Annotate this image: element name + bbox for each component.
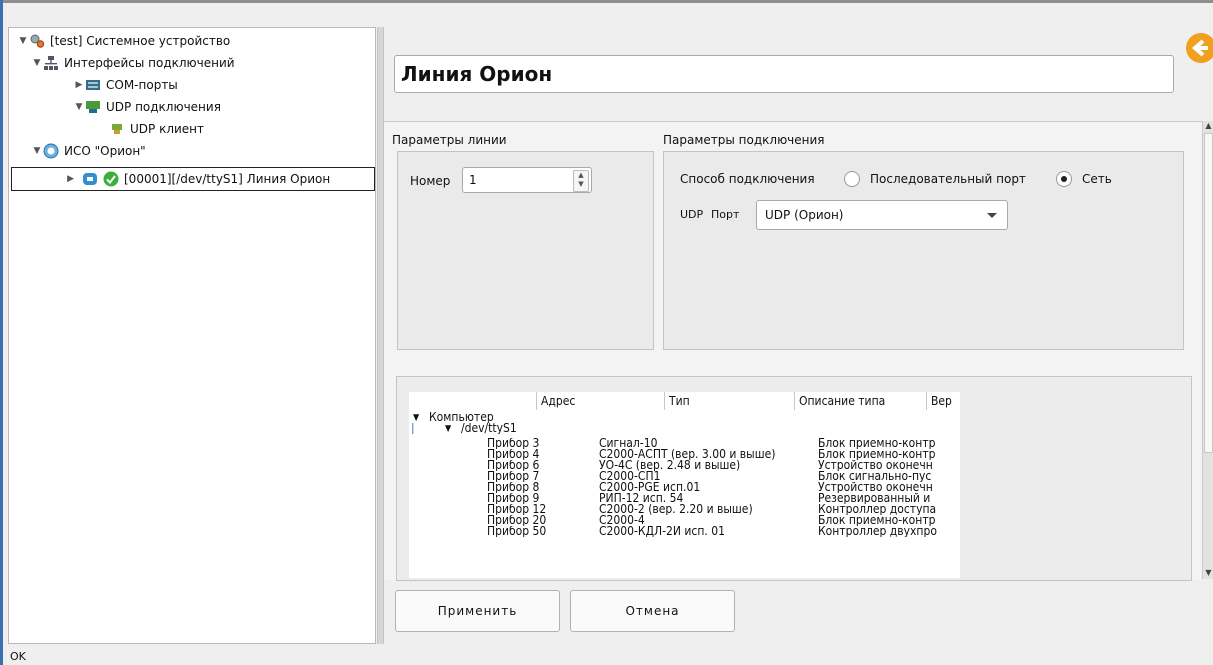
device-tree[interactable]: ▼ [test] Системное устройство ▼ Интерфей… bbox=[8, 27, 376, 644]
tree-item-interfaces[interactable]: ▼ Интерфейсы подключений bbox=[31, 52, 235, 74]
vertical-scrollbar[interactable]: ▲ ▼ bbox=[1202, 121, 1213, 579]
scroll-up-icon[interactable]: ▲ bbox=[1203, 121, 1213, 132]
back-button[interactable] bbox=[1186, 33, 1213, 63]
expand-arrow-icon[interactable]: ▼ bbox=[31, 58, 43, 68]
network-icon bbox=[43, 55, 59, 71]
device-addr[interactable]: Прибор 9 bbox=[487, 493, 539, 504]
device-addr[interactable]: Прибор 12 bbox=[487, 504, 546, 515]
udp-icon bbox=[85, 99, 101, 115]
expand-arrow-icon[interactable]: ▶ bbox=[73, 80, 85, 90]
scroll-thumb[interactable] bbox=[1204, 133, 1213, 453]
line-icon bbox=[82, 171, 98, 187]
device-type: С2000-АСПТ (вер. 3.00 и выше) bbox=[599, 449, 776, 460]
tree-item-iso[interactable]: ▼ ИСО "Орион" bbox=[31, 140, 146, 162]
device-addr[interactable]: Прибор 20 bbox=[487, 515, 546, 526]
tree-node-port[interactable]: /dev/ttyS1 bbox=[461, 423, 517, 434]
tree-item-root[interactable]: ▼ [test] Системное устройство bbox=[17, 30, 231, 52]
device-desc: Блок приемно-контр bbox=[818, 515, 936, 526]
device-desc: Контроллер двухпро bbox=[818, 526, 937, 537]
column-header-version[interactable]: Вер bbox=[927, 392, 960, 410]
tree-label: COM-порты bbox=[106, 78, 178, 92]
device-addr[interactable]: Прибор 7 bbox=[487, 471, 539, 482]
column-header-empty[interactable] bbox=[409, 392, 537, 410]
radio-serial-port[interactable] bbox=[844, 171, 860, 187]
device-desc: Блок приемно-контр bbox=[818, 438, 936, 449]
scroll-down-icon[interactable]: ▼ bbox=[1203, 568, 1213, 579]
tree-label: [test] Системное устройство bbox=[50, 34, 231, 48]
tree-label: ИСО "Орион" bbox=[64, 144, 146, 158]
panel-splitter[interactable] bbox=[377, 27, 384, 644]
number-spinbox[interactable]: 1 ▲ ▼ bbox=[462, 167, 592, 193]
line-params-title: Параметры линии bbox=[392, 133, 507, 147]
tree-item-udp-client[interactable]: UDP клиент bbox=[109, 118, 204, 140]
expand-arrow-icon[interactable]: ▼ bbox=[445, 424, 451, 435]
device-addr[interactable]: Прибор 4 bbox=[487, 449, 539, 460]
expand-arrow-icon[interactable]: ▼ bbox=[31, 146, 43, 156]
device-addr[interactable]: Прибор 8 bbox=[487, 482, 539, 493]
column-header-address[interactable]: Адрес bbox=[537, 392, 665, 410]
apply-button[interactable]: Применить bbox=[395, 590, 560, 632]
tree-item-com-ports[interactable]: ▶ COM-порты bbox=[73, 74, 178, 96]
device-addr[interactable]: Прибор 50 bbox=[487, 526, 546, 537]
com-port-icon bbox=[85, 77, 101, 93]
device-desc: Блок сигнально-пус bbox=[818, 471, 932, 482]
device-type: С2000-PGE исп.01 bbox=[599, 482, 701, 493]
column-header-type[interactable]: Тип bbox=[665, 392, 795, 410]
tree-label: [00001][/dev/ttyS1] Линия Орион bbox=[124, 172, 331, 186]
radio-network-label: Сеть bbox=[1082, 172, 1112, 186]
port-label: Порт bbox=[711, 208, 740, 221]
udp-label: UDP bbox=[680, 208, 704, 221]
device-addr[interactable]: Прибор 3 bbox=[487, 438, 539, 449]
back-arrow-icon bbox=[1191, 39, 1208, 57]
device-addr[interactable]: Прибор 6 bbox=[487, 460, 539, 471]
expand-arrow-icon[interactable]: ▶ bbox=[12, 174, 74, 184]
device-desc: Блок приемно-контр bbox=[818, 449, 936, 460]
devices-table[interactable]: Адрес Тип Описание типа Вер ▼ Компьютер … bbox=[409, 392, 960, 578]
port-combobox[interactable]: UDP (Орион) bbox=[756, 200, 1008, 230]
udp-client-icon bbox=[109, 121, 125, 137]
cancel-button[interactable]: Отмена bbox=[570, 590, 735, 632]
device-desc: Устройство оконечн bbox=[818, 482, 933, 493]
device-type: Сигнал-10 bbox=[599, 438, 658, 449]
device-type: РИП-12 исп. 54 bbox=[599, 493, 684, 504]
device-type: С2000-2 (вер. 2.20 и выше) bbox=[599, 504, 753, 515]
tree-node-computer[interactable]: Компьютер bbox=[429, 412, 494, 423]
ok-check-icon bbox=[103, 171, 119, 187]
tree-label: Интерфейсы подключений bbox=[64, 56, 235, 70]
connection-params-title: Параметры подключения bbox=[663, 133, 825, 147]
window-left-accent bbox=[0, 0, 3, 665]
port-value: UDP (Орион) bbox=[765, 208, 844, 222]
device-type: УО-4С (вер. 2.48 и выше) bbox=[599, 460, 741, 471]
radio-network[interactable] bbox=[1056, 171, 1072, 187]
column-header-description[interactable]: Описание типа bbox=[795, 392, 927, 410]
method-label: Способ подключения bbox=[680, 172, 815, 186]
line-name-field[interactable]: Линия Орион bbox=[394, 55, 1174, 93]
spin-arrows-icon[interactable]: ▲ ▼ bbox=[573, 170, 589, 192]
device-desc: Резервированный и bbox=[818, 493, 931, 504]
number-value: 1 bbox=[469, 173, 477, 187]
expand-arrow-icon[interactable]: ▼ bbox=[73, 102, 85, 112]
status-text: OK bbox=[10, 650, 26, 663]
device-type: С2000-СП1 bbox=[599, 471, 661, 482]
number-label: Номер bbox=[410, 174, 451, 188]
tree-label: UDP подключения bbox=[106, 100, 221, 114]
tree-item-udp-connections[interactable]: ▼ UDP подключения bbox=[73, 96, 221, 118]
chevron-down-icon bbox=[987, 213, 997, 218]
cursor-marker: | bbox=[411, 423, 415, 434]
device-type: С2000-4 bbox=[599, 515, 645, 526]
window-top-border bbox=[0, 0, 1213, 3]
device-desc: Устройство оконечн bbox=[818, 460, 933, 471]
tree-label: UDP клиент bbox=[130, 122, 205, 136]
tree-item-line-orion[interactable]: ▶ [00001][/dev/ttyS1] Линия Орион bbox=[11, 167, 375, 191]
device-desc: Контроллер доступа bbox=[818, 504, 937, 515]
radio-serial-label: Последовательный порт bbox=[870, 172, 1026, 186]
expand-arrow-icon[interactable]: ▼ bbox=[17, 36, 29, 46]
gears-icon bbox=[29, 33, 45, 49]
device-type: С2000-КДЛ-2И исп. 01 bbox=[599, 526, 725, 537]
orion-icon bbox=[43, 143, 59, 159]
